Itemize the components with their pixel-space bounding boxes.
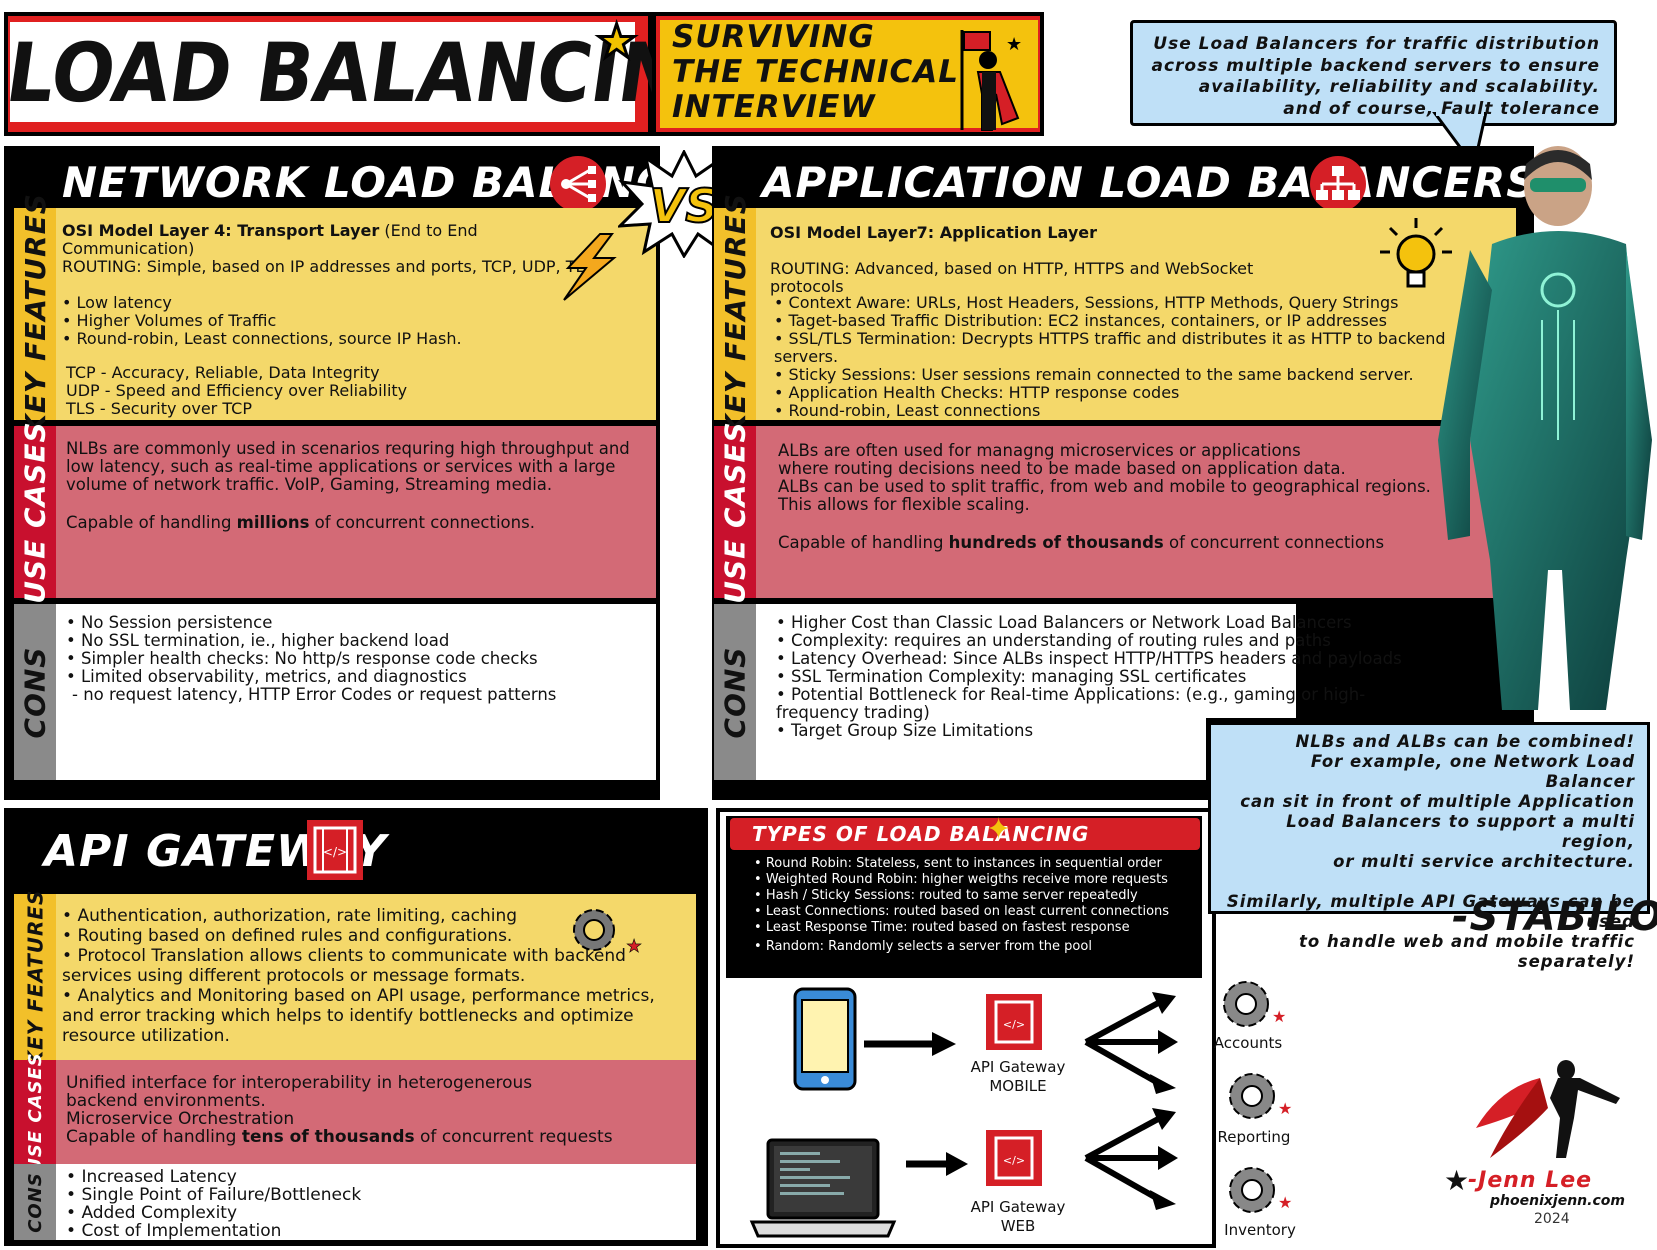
list-item: Sticky Sessions: User sessions remain co… (774, 366, 1514, 384)
list-item: Increased Latency (66, 1168, 686, 1186)
list-item: Weighted Round Robin: higher weigths rec… (754, 872, 1194, 888)
list-item: Added Complexity (66, 1204, 686, 1222)
alb-routing: ROUTING: Advanced, based on HTTP, HTTPS … (770, 259, 1254, 296)
api-capacity: Capable of handling tens of thousands of… (66, 1127, 613, 1147)
list-item: Round Robin: Stateless, sent to instance… (754, 856, 1194, 872)
alb-capacity: Capable of handling hundreds of thousand… (778, 533, 1385, 552)
svg-text:★: ★ (1272, 1007, 1286, 1026)
list-item: No Session persistence (66, 614, 646, 632)
gear-icon: ★ (1229, 1073, 1292, 1119)
author-name: -Jenn Lee (1468, 1168, 1593, 1193)
list-item: Single Point of Failure/Bottleneck (66, 1186, 686, 1204)
list-item: Higher Volumes of Traffic (62, 312, 542, 330)
gear-icon: ★ (573, 909, 642, 957)
list-item: Latency Overhead: Since ALBs inspect HTT… (776, 650, 1416, 668)
list-item: Analytics and Monitoring based on API us… (62, 986, 692, 1046)
svg-text:</>: </> (323, 845, 347, 859)
svg-text:</>: </> (1003, 1018, 1025, 1031)
nlb-cons-sub: - no request latency, HTTP Error Codes o… (72, 685, 557, 704)
list-item: Cost of Implementation (66, 1222, 686, 1240)
alb-osi-line: OSI Model Layer7: Application Layer (770, 223, 1097, 242)
list-item: Complexity: requires an understanding of… (776, 632, 1416, 650)
list-item: Taget-based Traffic Distribution: EC2 in… (774, 312, 1514, 330)
list-item: Hash / Sticky Sessions: routed to same s… (754, 888, 1194, 904)
list-item: Least Connections: routed based on least… (754, 904, 1194, 920)
list-item: Random: Randomly selects a server from t… (754, 939, 1194, 955)
hierarchy-icon (1310, 156, 1366, 212)
api-cons-list: Increased Latency Single Point of Failur… (66, 1168, 686, 1240)
api-gateway-web-label: API Gateway WEB (970, 1198, 1066, 1235)
speech-bubble-text: Use Load Balancers for traffic distribut… (1151, 34, 1600, 119)
list-item: Simpler health checks: No http/s respons… (66, 650, 646, 668)
laptop-icon (749, 1138, 897, 1238)
network-split-icon (550, 156, 606, 212)
list-item: SSL/TLS Termination: Decrypts HTTPS traf… (774, 330, 1514, 366)
author-website[interactable]: phoenixjenn.com (1490, 1193, 1625, 1209)
alb-cons-tab: CONS (714, 604, 756, 780)
fan-out-arrows-icon (1084, 1108, 1178, 1210)
api-cons-tab: CONS (14, 1164, 56, 1240)
svg-text:</>: </> (1003, 1154, 1025, 1167)
flying-hero-silhouette-icon (1476, 1060, 1620, 1158)
stabilon-signature: -STABILON (1452, 894, 1657, 940)
arrow-right-icon (864, 1032, 956, 1056)
nlb-use-cases-text: NLBs are commonly used in scenarios requ… (66, 439, 630, 494)
list-item: Round-robin, Least connections, source I… (62, 330, 542, 348)
author-year: 2024 (1534, 1211, 1570, 1227)
service-label-reporting: Reporting (1217, 1128, 1291, 1146)
service-label-inventory: Inventory (1224, 1221, 1296, 1239)
arrow-right-icon (906, 1152, 968, 1176)
nlb-key-features-tab: KEY FEATURES (14, 193, 56, 435)
fan-out-arrows-icon (1084, 992, 1178, 1094)
list-item: Application Health Checks: HTTP response… (774, 384, 1514, 402)
svg-text:★: ★ (1006, 34, 1022, 55)
mobile-phone-icon (793, 987, 857, 1091)
versus-label: VS (650, 179, 719, 233)
types-title: TYPES OF LOAD BALANCING (752, 822, 1090, 846)
nlb-capacity: Capable of handling millions of concurre… (66, 513, 535, 532)
alb-use-cases-text: ALBs are often used for managng microser… (778, 441, 1431, 514)
list-item: Limited observability, metrics, and diag… (66, 668, 646, 686)
svg-text:★: ★ (1278, 1099, 1292, 1118)
list-item: Higher Cost than Classic Load Balancers … (776, 614, 1416, 632)
page-subtitle: SURVIVING THE TECHNICAL INTERVIEW (672, 19, 960, 125)
gear-icon: ★ (1223, 981, 1286, 1027)
list-item: Least Response Time: routed based on fas… (754, 920, 1194, 936)
api-gateway-icon: </> (307, 820, 363, 880)
nlb-feature-list: Low latency Higher Volumes of Traffic Ro… (62, 294, 542, 348)
alb-title: APPLICATION LOAD BALANCERS (762, 158, 1538, 207)
sparkle-star-icon: ✦ (986, 812, 1012, 847)
api-key-features-tab: KEY FEATURES (14, 890, 56, 1066)
list-item: No SSL termination, ie., higher backend … (66, 632, 646, 650)
service-label-accounts: Accounts (1213, 1034, 1283, 1052)
list-item: SSL Termination Complexity: managing SSL… (776, 668, 1416, 686)
nlb-osi-line: OSI Model Layer 4: Transport Layer (End … (62, 221, 478, 258)
alb-key-features-tab: KEY FEATURES (714, 193, 756, 435)
star-icon: ★ (594, 13, 638, 70)
api-gateway-mobile-label: API Gateway MOBILE (970, 1058, 1066, 1095)
svg-text:★: ★ (1278, 1193, 1292, 1212)
nlb-cons-list: No Session persistence No SSL terminatio… (66, 614, 646, 686)
nlb-routing: ROUTING: Simple, based on IP addresses a… (62, 257, 595, 276)
alb-use-cases-tab: USE CASES (714, 421, 756, 603)
list-item: Round-robin, Least connections (774, 402, 1514, 420)
nlb-use-cases-tab: USE CASES (14, 421, 56, 603)
nlb-protocols: TCP - Accuracy, Reliable, Data Integrity… (66, 363, 408, 418)
superhero-illustration (1438, 146, 1652, 710)
types-list: Round Robin: Stateless, sent to instance… (754, 856, 1194, 955)
svg-text:★: ★ (626, 936, 642, 957)
api-use-cases-text: Unified interface for interoperability i… (66, 1073, 533, 1129)
api-gateway-mobile-icon: </> (986, 994, 1042, 1050)
api-use-cases-tab: USE CASES (14, 1052, 56, 1172)
lightning-bolt-icon (563, 233, 617, 301)
list-item: Potential Bottleneck for Real-time Appli… (776, 686, 1416, 722)
list-item: Context Aware: URLs, Host Headers, Sessi… (774, 294, 1514, 312)
list-item: Low latency (62, 294, 542, 312)
api-gateway-web-icon: </> (986, 1130, 1042, 1186)
gear-icon: ★ (1229, 1167, 1292, 1213)
nlb-cons-tab: CONS (14, 604, 56, 780)
alb-feature-list: Context Aware: URLs, Host Headers, Sessi… (774, 294, 1514, 420)
hero-flag-figure-icon: ★ (960, 30, 1022, 131)
star-icon: ★ (1444, 1164, 1470, 1197)
